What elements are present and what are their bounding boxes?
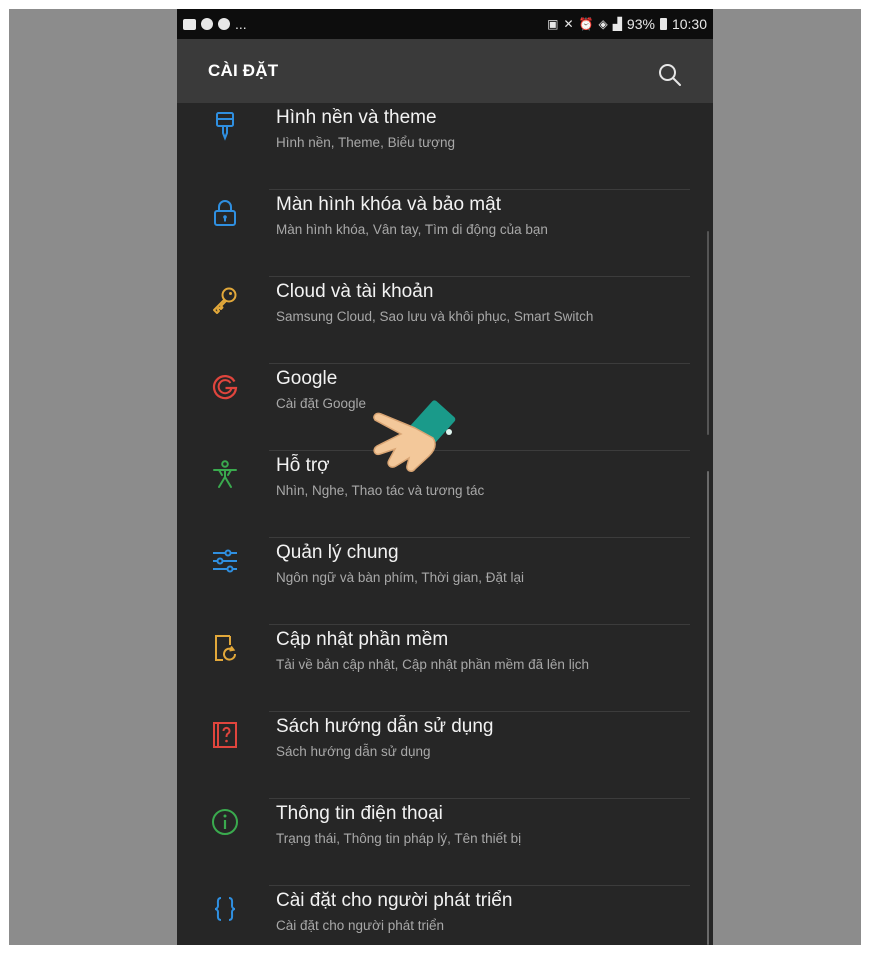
help-book-icon <box>213 722 237 748</box>
search-icon <box>659 64 681 86</box>
item-title: Thông tin điện thoại <box>276 803 443 824</box>
message-notification-icon <box>218 18 230 30</box>
item-subtitle: Sách hướng dẫn sử dụng <box>276 744 431 759</box>
settings-item-wallpaper-theme[interactable]: Hình nền và theme Hình nền, Theme, Biểu … <box>177 103 713 190</box>
scrollbar[interactable] <box>707 471 709 945</box>
item-subtitle: Màn hình khóa, Vân tay, Tìm di động của … <box>276 222 548 237</box>
google-icon <box>212 375 238 400</box>
update-icon <box>215 635 237 661</box>
item-title: Sách hướng dẫn sử dụng <box>276 716 494 737</box>
item-title: Hỗ trợ <box>276 455 330 476</box>
search-button[interactable] <box>656 61 684 89</box>
item-subtitle: Trạng thái, Thông tin pháp lý, Tên thiết… <box>276 831 522 846</box>
item-title: Cập nhật phần mềm <box>276 629 449 650</box>
gallery-notification-icon <box>183 18 196 30</box>
battery-percent: 93% <box>626 16 655 32</box>
item-subtitle: Samsung Cloud, Sao lưu và khôi phục, Sma… <box>276 309 594 324</box>
item-title: Quản lý chung <box>276 542 399 563</box>
app-bar: CÀI ĐẶT <box>177 39 713 103</box>
accessibility-icon <box>213 460 237 488</box>
status-bar: ... ▣ ✕ ⏰ ◈ ▟ 93% 10:30 <box>177 9 713 39</box>
key-icon <box>213 287 237 314</box>
item-title: Màn hình khóa và bảo mật <box>276 194 501 215</box>
settings-item-developer-options[interactable]: Cài đặt cho người phát triển Cài đặt cho… <box>177 886 713 945</box>
app-notification-icon <box>201 18 213 30</box>
lock-status-icon: ▣ <box>547 17 559 31</box>
item-title: Hình nền và theme <box>276 107 437 128</box>
item-subtitle: Tải về bản cập nhật, Cập nhật phần mềm đ… <box>276 657 589 672</box>
item-subtitle: Ngôn ngữ và bàn phím, Thời gian, Đặt lại <box>276 570 525 585</box>
item-subtitle: Hình nền, Theme, Biểu tượng <box>276 135 455 150</box>
item-title: Google <box>276 368 338 389</box>
paintbrush-icon <box>216 112 234 141</box>
info-icon <box>212 809 238 835</box>
settings-item-general-management[interactable]: Quản lý chung Ngôn ngữ và bàn phím, Thời… <box>177 538 713 625</box>
alarm-icon: ⏰ <box>578 17 594 31</box>
lock-icon <box>214 200 236 226</box>
battery-icon <box>659 18 667 30</box>
item-title: Cài đặt cho người phát triển <box>276 890 513 911</box>
pointing-hand-icon <box>373 400 456 472</box>
mute-icon: ✕ <box>563 17 574 31</box>
signal-icon: ▟ <box>612 17 622 31</box>
settings-item-software-update[interactable]: Cập nhật phần mềm Tải về bản cập nhật, C… <box>177 625 713 712</box>
page-title: CÀI ĐẶT <box>208 61 279 80</box>
item-subtitle: Cài đặt cho người phát triển <box>276 918 444 933</box>
settings-item-cloud-accounts[interactable]: Cloud và tài khoản Samsung Cloud, Sao lư… <box>177 277 713 364</box>
item-title: Cloud và tài khoản <box>276 281 434 302</box>
settings-item-lock-security[interactable]: Màn hình khóa và bảo mật Màn hình khóa, … <box>177 190 713 277</box>
sliders-icon <box>213 549 237 573</box>
clock: 10:30 <box>671 16 707 32</box>
scroll-indicator <box>707 231 709 435</box>
wifi-icon: ◈ <box>598 17 608 31</box>
settings-item-user-manual[interactable]: Sách hướng dẫn sử dụng Sách hướng dẫn sử… <box>177 712 713 799</box>
item-subtitle: Cài đặt Google <box>276 396 367 411</box>
braces-icon <box>214 897 236 921</box>
settings-item-about-phone[interactable]: Thông tin điện thoại Trạng thái, Thông t… <box>177 799 713 886</box>
more-notifications: ... <box>235 16 247 32</box>
